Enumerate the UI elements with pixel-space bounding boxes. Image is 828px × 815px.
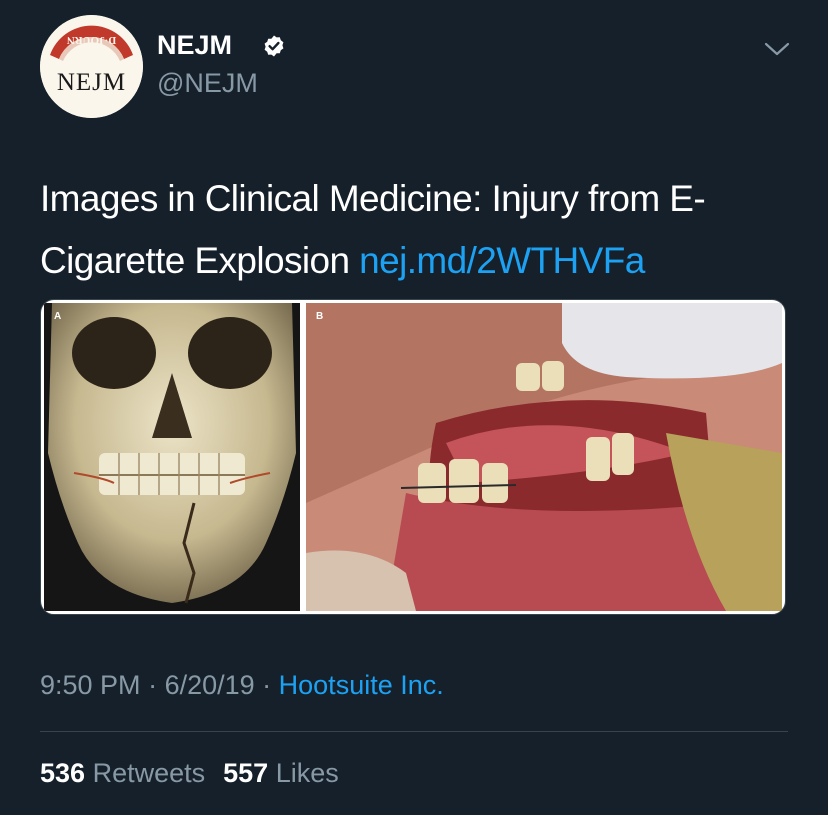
divider bbox=[40, 731, 788, 732]
likes-count: 557 bbox=[223, 758, 269, 788]
likes-stat[interactable]: 557 Likes bbox=[223, 758, 339, 788]
likes-label: Likes bbox=[275, 758, 339, 788]
avatar-seal-text: D·JOURN bbox=[67, 34, 117, 46]
tweet-time[interactable]: 9:50 PM bbox=[40, 670, 141, 700]
display-name[interactable]: NEJM bbox=[157, 30, 232, 61]
handle[interactable]: @NEJM bbox=[157, 68, 258, 99]
tweet-meta: 9:50 PM · 6/20/19 · Hootsuite Inc. bbox=[40, 670, 444, 701]
chevron-down-icon[interactable] bbox=[764, 40, 790, 58]
tweet-stats: 536 Retweets 557 Likes bbox=[40, 758, 339, 789]
tweet-detail: D·JOURN NEJM NEJM @NEJM Images in Clinic… bbox=[0, 0, 828, 815]
tweet-text: Images in Clinical Medicine: Injury from… bbox=[40, 168, 800, 292]
retweets-count: 536 bbox=[40, 758, 86, 788]
retweets-label: Retweets bbox=[92, 758, 206, 788]
avatar[interactable]: D·JOURN NEJM bbox=[40, 15, 143, 118]
tweet-link[interactable]: nej.md/2WTHVFa bbox=[359, 240, 645, 281]
meta-separator: · bbox=[254, 670, 279, 700]
tweet-date[interactable]: 6/20/19 bbox=[165, 670, 255, 700]
mouth-injury-photo: B bbox=[306, 303, 782, 611]
avatar-wordmark: NEJM bbox=[56, 69, 127, 96]
tweet-source-link[interactable]: Hootsuite Inc. bbox=[279, 670, 444, 700]
retweets-stat[interactable]: 536 Retweets bbox=[40, 758, 205, 788]
nejm-logo: D·JOURN bbox=[40, 15, 143, 118]
panel-b-label: B bbox=[316, 311, 324, 322]
panel-a-label: A bbox=[54, 311, 62, 322]
meta-separator: · bbox=[140, 670, 165, 700]
tweet-media-image[interactable]: A B bbox=[40, 299, 786, 615]
verified-badge-icon bbox=[264, 35, 284, 57]
skull-ct-image: A bbox=[44, 303, 300, 611]
